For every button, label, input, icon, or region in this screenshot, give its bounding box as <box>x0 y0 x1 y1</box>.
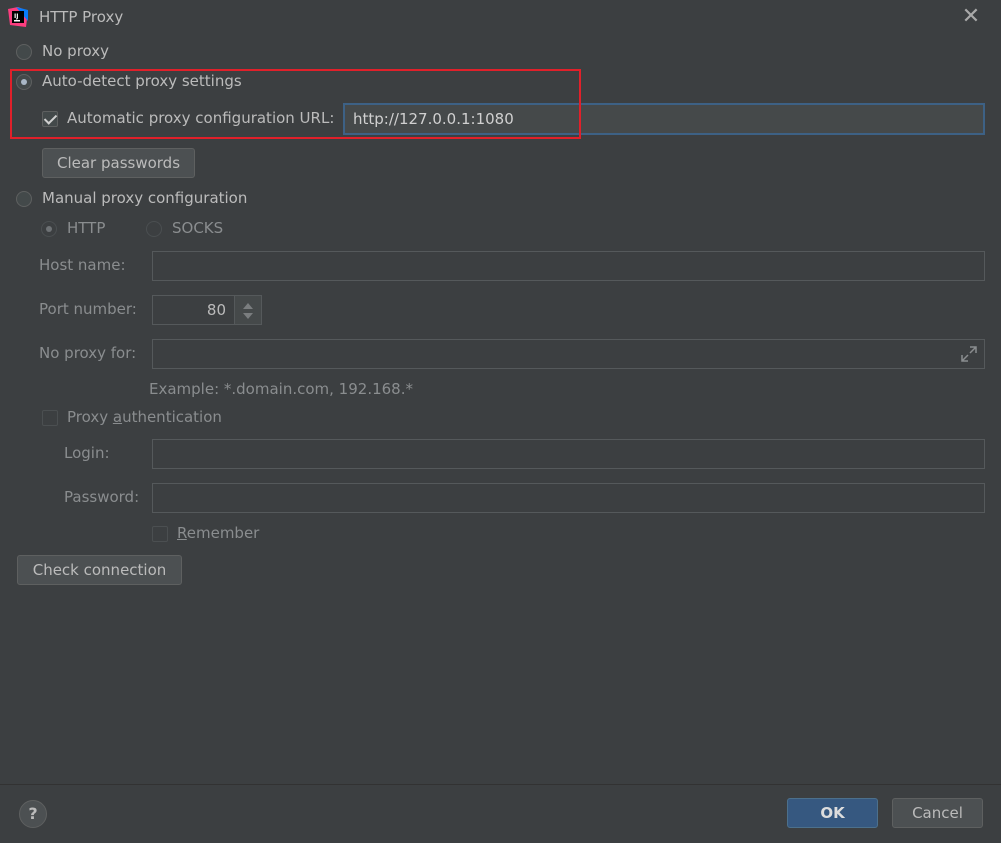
auto-detect-label: Auto-detect proxy settings <box>42 72 242 90</box>
manual-proxy-radio[interactable] <box>16 191 32 207</box>
host-name-input[interactable] <box>152 251 985 281</box>
title-bar: IJ HTTP Proxy ✕ <box>0 0 1001 34</box>
manual-proxy-label: Manual proxy configuration <box>42 189 248 207</box>
password-label: Password: <box>64 488 140 506</box>
auto-config-url-label: Automatic proxy configuration URL: <box>67 109 335 127</box>
no-proxy-example-text: Example: *.domain.com, 192.168.* <box>149 380 413 398</box>
clear-passwords-button[interactable]: Clear passwords <box>42 148 195 178</box>
cancel-button[interactable]: Cancel <box>892 798 983 828</box>
remember-label: Remember <box>177 524 260 542</box>
socks-radio[interactable] <box>146 221 162 237</box>
svg-text:IJ: IJ <box>14 13 18 20</box>
auto-config-url-checkbox[interactable] <box>42 111 58 127</box>
login-label: Login: <box>64 444 110 462</box>
chevron-down-icon[interactable] <box>243 313 253 319</box>
host-name-label: Host name: <box>39 256 126 274</box>
port-number-stepper[interactable] <box>234 295 262 325</box>
intellij-idea-icon: IJ <box>8 7 28 27</box>
http-label: HTTP <box>67 219 106 237</box>
port-number-label: Port number: <box>39 300 137 318</box>
http-radio[interactable] <box>41 221 57 237</box>
proxy-auth-label: Proxy authentication <box>67 408 222 426</box>
auto-detect-radio[interactable] <box>16 74 32 90</box>
no-proxy-label: No proxy <box>42 42 109 60</box>
no-proxy-for-label: No proxy for: <box>39 344 137 362</box>
remember-checkbox[interactable] <box>152 526 168 542</box>
proxy-auth-checkbox[interactable] <box>42 410 58 426</box>
no-proxy-for-input[interactable] <box>152 339 985 369</box>
window-title: HTTP Proxy <box>39 8 124 26</box>
expand-icon[interactable] <box>960 345 978 363</box>
password-input[interactable] <box>152 483 985 513</box>
check-connection-button[interactable]: Check connection <box>17 555 182 585</box>
socks-label: SOCKS <box>172 219 224 237</box>
chevron-up-icon[interactable] <box>243 303 253 309</box>
port-number-input[interactable] <box>152 295 235 325</box>
no-proxy-radio[interactable] <box>16 44 32 60</box>
help-icon[interactable]: ? <box>19 800 47 828</box>
footer-divider <box>0 784 1001 785</box>
close-icon[interactable]: ✕ <box>958 4 984 30</box>
ok-button[interactable]: OK <box>787 798 878 828</box>
login-input[interactable] <box>152 439 985 469</box>
auto-config-url-input[interactable] <box>343 103 985 135</box>
